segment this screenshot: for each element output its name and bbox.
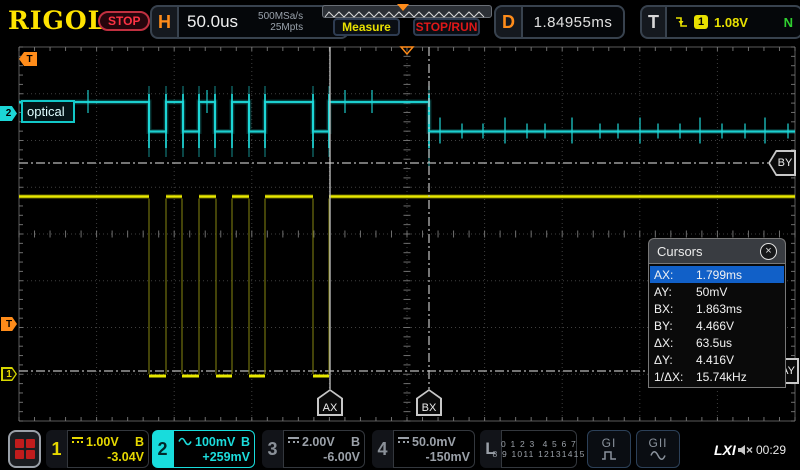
channel2-scale: 100mV [195,435,235,449]
waveform-display[interactable] [0,0,800,470]
bandwidth-limit-label: B [351,435,360,449]
channel2-offset: +259mV [178,450,250,464]
channel1-offset: -3.04V [72,450,144,464]
cursor-row-label: ΔX: [654,336,696,350]
cursor-row-value: 15.74kHz [696,370,747,384]
cursor-row-value: 63.5us [696,336,732,350]
cursor-row-value: 1.799ms [696,268,742,282]
cursor-row[interactable]: 1/ΔX:15.74kHz [650,368,784,385]
channel4-number: 4 [372,430,393,468]
channel3-status[interactable]: 3 2.00V B -6.00V [262,430,365,468]
oscilloscope-screen: RIGOL STOP H 50.0us 500MSa/s25Mpts Measu… [0,0,800,470]
cursors-panel: Cursors × AX:1.799msAY:50mVBX:1.863msBY:… [648,238,786,388]
channel2-number: 2 [152,430,173,468]
dc-coupling-icon [288,437,299,446]
dc-coupling-icon [398,437,409,446]
generator2-button[interactable]: GII [636,430,680,468]
menu-grid-icon [15,439,35,459]
cursor-row-value: 50mV [696,285,727,299]
channel3-offset: -6.00V [288,450,360,464]
cursor-row-label: AY: [654,285,696,299]
lxi-logo: LXI [714,442,736,458]
cursor-row-label: BY: [654,319,696,333]
cursor-row[interactable]: BX:1.863ms [650,300,784,317]
channel2-status[interactable]: 2 100mV B +259mV [152,430,255,468]
channel-label-optical[interactable]: optical [21,100,75,123]
cursor-row[interactable]: ΔY:4.416V [650,351,784,368]
generator2-label: GII [648,437,667,450]
cursor-row[interactable]: AY:50mV [650,283,784,300]
speaker-muted-icon[interactable] [737,444,754,456]
cursor-row[interactable]: AX:1.799ms [650,266,784,283]
logic-channels-status[interactable]: L 0 1 2 3 4 5 6 7 8 9 1011 12131415 [480,430,577,468]
menu-button[interactable] [8,430,41,468]
bandwidth-limit-label: B [241,435,250,449]
channel3-number: 3 [262,430,283,468]
sine-wave-icon [650,450,666,461]
logic-row2: 8 9 1011 12131415 [492,449,585,459]
channel1-scale: 1.00V [86,435,119,449]
cursor-row[interactable]: ΔX:63.5us [650,334,784,351]
cursors-rows: AX:1.799msAY:50mVBX:1.863msBY:4.466VΔX:6… [648,263,786,388]
bandwidth-limit-label: B [135,435,144,449]
logic-row1: 0 1 2 3 4 5 6 7 [501,439,577,449]
cursor-row-value: 4.416V [696,353,734,367]
channel1-number: 1 [46,430,67,468]
square-wave-icon [601,450,617,461]
generator1-label: GI [602,437,617,450]
channel1-status[interactable]: 1 1.00V B -3.04V [46,430,149,468]
close-icon[interactable]: × [760,243,777,260]
channel4-status[interactable]: 4 50.0mV -150mV [372,430,475,468]
cursor-row-value: 4.466V [696,319,734,333]
generator1-button[interactable]: GI [587,430,631,468]
cursor-row-label: BX: [654,302,696,316]
cursor-row-label: 1/ΔX: [654,370,696,384]
channel4-scale: 50.0mV [412,435,456,449]
cursor-row-label: ΔY: [654,353,696,367]
channel3-scale: 2.00V [302,435,335,449]
cursor-row-value: 1.863ms [696,302,742,316]
dc-coupling-icon [72,437,83,446]
ac-coupling-icon [178,437,192,446]
cursor-row-label: AX: [654,268,696,282]
cursor-row[interactable]: BY:4.466V [650,317,784,334]
clock: 00:29 [756,443,786,457]
channel4-offset: -150mV [398,450,470,464]
cursors-panel-title: Cursors [657,244,703,259]
